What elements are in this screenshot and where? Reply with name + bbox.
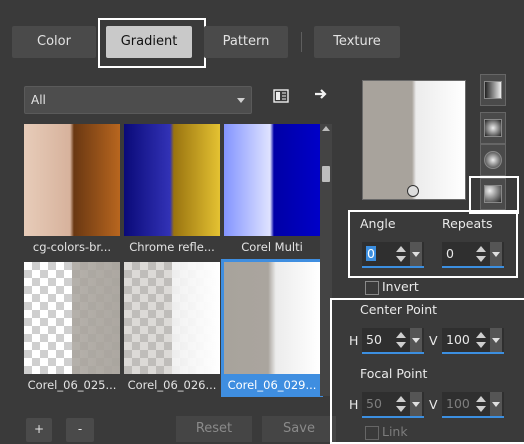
focal-h-stepper[interactable] [394,392,408,416]
repeats-input[interactable]: 0 [442,242,504,268]
repeats-label: Repeats [442,216,493,231]
gradient-label: Corel_06_029... [227,378,317,392]
center-h-label: H [349,333,359,348]
focal-h-input[interactable]: 50 [362,392,424,418]
tab-color[interactable]: Color [12,26,96,58]
tab-gradient[interactable]: Gradient [106,26,192,58]
chevron-down-icon [237,98,245,103]
scroll-up-icon[interactable] [322,126,330,131]
gradient-swatch [24,124,120,236]
chevron-down-icon[interactable] [410,328,422,352]
chevron-down-icon[interactable] [490,392,502,416]
tab-separator [301,32,302,52]
gradient-list-icon[interactable] [270,88,292,110]
tab-pattern[interactable]: Pattern [204,26,288,58]
reset-button[interactable]: Reset [176,416,252,442]
gradient-label: cg-colors-br... [32,240,112,254]
gradient-swatch [224,124,320,236]
gradient-label: Corel Multi [241,240,303,254]
gradient-label: Corel_06_026... [127,378,217,392]
focal-h-label: H [349,397,359,412]
radial-style-button[interactable] [480,178,506,210]
center-v-stepper[interactable] [474,328,488,352]
gradient-swatch [124,262,220,374]
chevron-down-icon[interactable] [410,242,422,266]
center-v-label: V [429,333,438,348]
chevron-down-icon[interactable] [410,392,422,416]
rectangular-style-button[interactable] [480,112,506,144]
remove-button[interactable]: - [66,418,94,442]
angle-label: Angle [360,216,396,231]
gradient-marker[interactable] [407,185,419,197]
focal-v-stepper[interactable] [474,392,488,416]
tab-texture[interactable]: Texture [314,26,400,58]
angle-input[interactable]: 0 [362,242,424,268]
invert-label: Invert [382,279,419,294]
gradient-preview[interactable] [362,80,466,200]
arrow-right-icon[interactable] [310,86,332,108]
tab-bar: Color Gradient Pattern Texture [0,18,524,68]
gradient-grid: cg-colors-br... Chrome refle... Corel Mu… [24,124,323,397]
focal-v-input[interactable]: 100 [442,392,504,418]
link-checkbox[interactable] [365,426,379,440]
center-h-stepper[interactable] [394,328,408,352]
gradient-swatch [24,262,120,374]
gradient-swatch [224,262,320,374]
chevron-down-icon[interactable] [490,242,502,266]
gradient-label: Chrome refle... [129,240,215,254]
add-button[interactable]: + [26,418,52,442]
center-v-input[interactable]: 100 [442,328,504,354]
gradient-label: Corel_06_025... [27,378,117,392]
sunburst-style-button[interactable] [480,144,506,176]
category-dropdown-value: All [31,93,46,107]
save-button[interactable]: Save [262,416,336,442]
gradient-swatch [124,124,220,236]
center-h-input[interactable]: 50 [362,328,424,354]
chevron-down-icon[interactable] [490,328,502,352]
invert-checkbox[interactable] [365,281,379,295]
link-label: Link [382,424,408,439]
angle-stepper[interactable] [394,242,408,266]
category-dropdown[interactable]: All [24,86,252,114]
focal-point-label: Focal Point [360,366,428,381]
scroll-thumb[interactable] [322,166,330,182]
center-point-label: Center Point [360,302,438,317]
linear-style-button[interactable] [480,74,506,106]
focal-v-label: V [429,397,438,412]
repeats-stepper[interactable] [474,242,488,266]
